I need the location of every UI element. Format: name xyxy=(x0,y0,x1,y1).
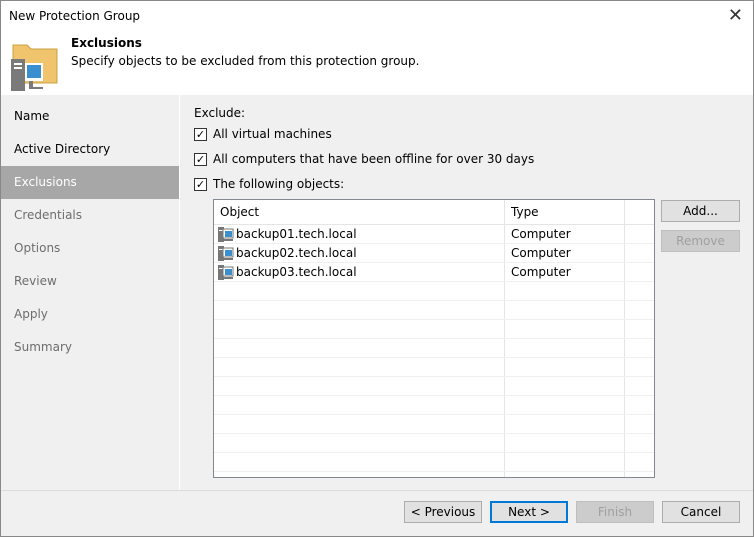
nav-item-options: Options xyxy=(14,241,61,255)
step-subtitle: Specify objects to be excluded from this… xyxy=(71,54,420,68)
offline-computers-checkbox[interactable]: ✓ xyxy=(194,153,207,166)
empty-row xyxy=(214,282,654,301)
step-nav: Name Active Directory Exclusions Credent… xyxy=(1,95,180,490)
object-name: backup01.tech.local xyxy=(236,227,357,241)
nav-item-exclusions[interactable]: Exclusions xyxy=(1,166,179,199)
table-row[interactable]: backup03.tech.local Computer xyxy=(214,263,654,282)
type-cell: Computer xyxy=(511,227,571,241)
object-name: backup02.tech.local xyxy=(236,246,357,260)
exclude-label: Exclude: xyxy=(194,106,246,120)
object-cell: backup03.tech.local xyxy=(218,263,357,281)
nav-item-active-directory[interactable]: Active Directory xyxy=(1,133,179,166)
empty-row xyxy=(214,339,654,358)
excluded-objects-table[interactable]: Object Type backup01.tech.local Computer b… xyxy=(213,199,655,478)
table-header: Object Type xyxy=(214,200,654,225)
add-button[interactable]: Add... xyxy=(661,200,740,222)
computer-icon xyxy=(218,246,234,261)
next-button[interactable]: Next > xyxy=(490,501,568,523)
type-cell: Computer xyxy=(511,265,571,279)
column-object[interactable]: Object xyxy=(220,200,259,224)
empty-row xyxy=(214,377,654,396)
table-row[interactable]: backup02.tech.local Computer xyxy=(214,244,654,263)
offline-computers-label[interactable]: All computers that have been offline for… xyxy=(213,152,534,166)
window-title: New Protection Group xyxy=(9,9,141,23)
all-vms-checkbox[interactable]: ✓ xyxy=(194,128,207,141)
empty-row xyxy=(214,301,654,320)
remove-button: Remove xyxy=(661,230,740,252)
close-icon[interactable]: ✕ xyxy=(728,5,743,26)
previous-button[interactable]: < Previous xyxy=(404,501,482,523)
computer-icon xyxy=(218,265,234,280)
nav-item-name[interactable]: Name xyxy=(1,100,179,133)
finish-button: Finish xyxy=(576,501,654,523)
object-name: backup03.tech.local xyxy=(236,265,357,279)
empty-row xyxy=(214,415,654,434)
empty-row xyxy=(214,434,654,453)
nav-item-apply: Apply xyxy=(14,307,48,321)
step-title: Exclusions xyxy=(71,36,142,50)
empty-row xyxy=(214,453,654,472)
all-vms-label[interactable]: All virtual machines xyxy=(213,127,332,141)
table-row[interactable]: backup01.tech.local Computer xyxy=(214,225,654,244)
nav-item-review: Review xyxy=(14,274,57,288)
nav-item-summary: Summary xyxy=(14,340,72,354)
object-cell: backup01.tech.local xyxy=(218,225,357,243)
following-objects-checkbox[interactable]: ✓ xyxy=(194,178,207,191)
nav-item-credentials: Credentials xyxy=(14,208,83,222)
empty-row xyxy=(214,396,654,415)
empty-row xyxy=(214,358,654,377)
column-type[interactable]: Type xyxy=(511,200,539,224)
following-objects-label[interactable]: The following objects: xyxy=(213,177,344,191)
computer-icon xyxy=(218,227,234,242)
empty-row xyxy=(214,320,654,339)
cancel-button[interactable]: Cancel xyxy=(662,501,740,523)
protection-group-icon xyxy=(11,44,58,91)
type-cell: Computer xyxy=(511,246,571,260)
object-cell: backup02.tech.local xyxy=(218,244,357,262)
